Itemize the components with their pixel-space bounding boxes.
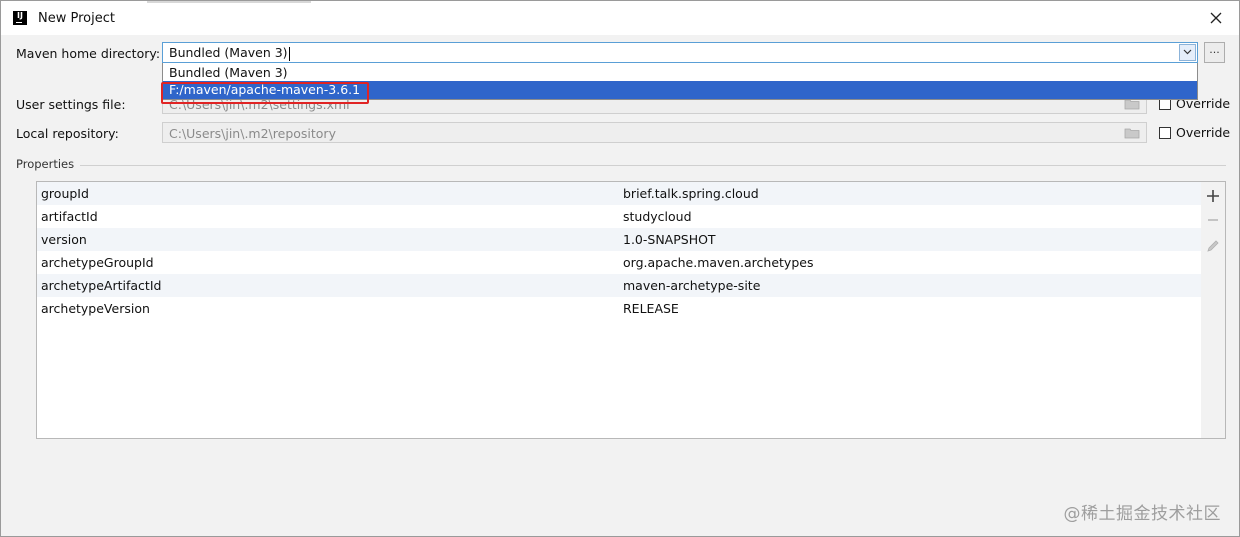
properties-table: groupId brief.talk.spring.cloud artifact… xyxy=(36,181,1202,439)
maven-home-label: Maven home directory: xyxy=(16,46,161,61)
maven-home-combobox[interactable]: Bundled (Maven 3) xyxy=(162,42,1198,63)
table-row[interactable]: artifactId studycloud xyxy=(37,205,1201,228)
table-row[interactable]: version 1.0-SNAPSHOT xyxy=(37,228,1201,251)
maven-home-browse-button[interactable]: ... xyxy=(1204,42,1225,63)
user-settings-label: User settings file: xyxy=(16,97,126,112)
edit-icon[interactable] xyxy=(1205,238,1221,254)
property-name: archetypeVersion xyxy=(41,301,150,316)
property-name: archetypeGroupId xyxy=(41,255,154,270)
local-repository-label: Local repository: xyxy=(16,126,119,141)
table-row[interactable]: archetypeArtifactId maven-archetype-site xyxy=(37,274,1201,297)
title-bar: IJ New Project xyxy=(1,1,1239,35)
local-repository-override-label[interactable]: Override xyxy=(1176,125,1230,140)
property-name: groupId xyxy=(41,186,89,201)
annotation-highlight-box xyxy=(161,82,369,104)
dropdown-option-bundled[interactable]: Bundled (Maven 3) xyxy=(163,64,1197,82)
property-value: brief.talk.spring.cloud xyxy=(623,186,759,201)
properties-title: Properties xyxy=(16,157,81,171)
section-divider xyxy=(79,165,1226,166)
intellij-app-icon: IJ xyxy=(13,11,27,25)
folder-icon xyxy=(1124,128,1140,139)
combobox-dropdown-button[interactable] xyxy=(1179,44,1196,61)
property-value: maven-archetype-site xyxy=(623,278,761,293)
text-caret xyxy=(288,46,290,61)
remove-icon[interactable] xyxy=(1205,212,1221,228)
local-repository-field: C:\Users\jin\.m2\repository xyxy=(162,122,1147,143)
property-value: org.apache.maven.archetypes xyxy=(623,255,814,270)
local-repository-value: C:\Users\jin\.m2\repository xyxy=(169,126,336,141)
window-title: New Project xyxy=(38,11,115,26)
chevron-down-icon xyxy=(1183,49,1192,55)
property-name: artifactId xyxy=(41,209,98,224)
property-value: RELEASE xyxy=(623,301,679,316)
title-bar-accent xyxy=(147,1,311,3)
add-icon[interactable] xyxy=(1205,188,1221,204)
properties-toolbar xyxy=(1201,181,1226,439)
property-name: archetypeArtifactId xyxy=(41,278,162,293)
local-repository-override-checkbox[interactable] xyxy=(1159,127,1171,139)
property-value: studycloud xyxy=(623,209,692,224)
close-button[interactable] xyxy=(1207,9,1225,27)
table-row[interactable]: archetypeVersion RELEASE xyxy=(37,297,1201,320)
watermark: @稀土掘金技术社区 xyxy=(1063,504,1221,524)
table-row[interactable]: groupId brief.talk.spring.cloud xyxy=(37,182,1201,205)
new-project-dialog: IJ New Project Maven home directory: Bun… xyxy=(0,0,1240,537)
property-name: version xyxy=(41,232,87,247)
maven-home-value[interactable]: Bundled (Maven 3) xyxy=(169,45,290,61)
table-row[interactable]: archetypeGroupId org.apache.maven.archet… xyxy=(37,251,1201,274)
close-icon xyxy=(1210,12,1222,24)
property-value: 1.0-SNAPSHOT xyxy=(623,232,716,247)
